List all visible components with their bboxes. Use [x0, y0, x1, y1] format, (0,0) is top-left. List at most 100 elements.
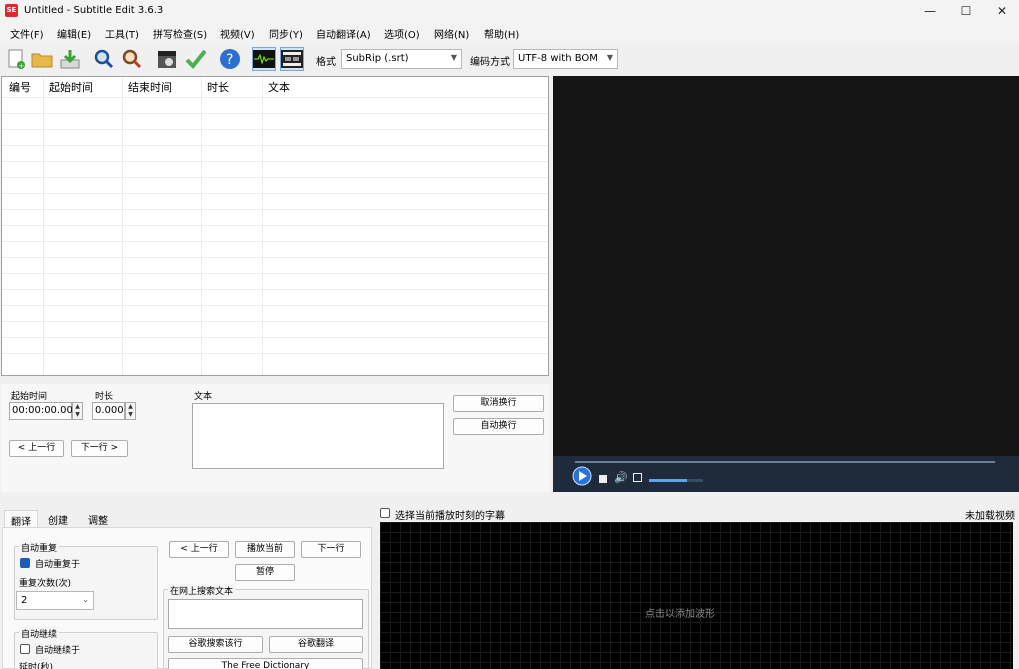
row-divider [2, 177, 548, 178]
video-seek-bar[interactable] [575, 461, 995, 463]
menu-sync[interactable]: 同步(Y) [269, 26, 303, 41]
volume-icon[interactable]: 🔊 [614, 471, 628, 484]
format-label: 格式 [316, 57, 336, 68]
encoding-label: 编码方式 [470, 57, 510, 68]
menu-file[interactable]: 文件(F) [10, 26, 44, 41]
select-current-label: 选择当前播放时刻的字幕 [395, 511, 505, 522]
row-divider [2, 305, 548, 306]
video-player[interactable] [553, 76, 1019, 456]
next-line-translate-button[interactable]: 下一行 [301, 541, 361, 558]
auto-repeat-group-label: 自动重复 [19, 541, 60, 554]
menu-tools[interactable]: 工具(T) [105, 26, 139, 41]
close-button[interactable]: ✕ [984, 0, 1019, 22]
row-divider [2, 321, 548, 322]
video-clapper-icon[interactable] [155, 47, 179, 71]
video-controls: 🔊 [553, 456, 1019, 492]
row-divider [2, 241, 548, 242]
encoding-select[interactable]: UTF-8 with BOM ▼ [513, 49, 618, 69]
maximize-button[interactable]: ☐ [948, 0, 984, 22]
menu-options[interactable]: 选项(O) [384, 26, 420, 41]
row-divider [2, 145, 548, 146]
repeat-count-select[interactable]: 2 ⌄ [16, 591, 94, 610]
open-folder-icon[interactable] [30, 47, 54, 71]
column-header-number[interactable]: 编号 [4, 77, 36, 97]
menu-edit[interactable]: 编辑(E) [57, 26, 91, 41]
row-divider [2, 337, 548, 338]
new-file-icon[interactable]: + [4, 47, 28, 71]
format-select[interactable]: SubRip (.srt) ▼ [341, 49, 462, 69]
download-icon[interactable] [58, 47, 82, 71]
google-search-button[interactable]: 谷歌搜索该行 [168, 636, 263, 653]
row-divider [2, 97, 548, 98]
volume-slider[interactable] [649, 479, 703, 482]
film-strip-icon[interactable] [280, 47, 304, 71]
duration-input[interactable]: 0.000 [92, 402, 125, 420]
format-value: SubRip (.srt) [346, 53, 409, 64]
auto-repeat-check-label: 自动重复于 [35, 560, 81, 570]
menu-auto-translate[interactable]: 自动翻译(A) [316, 26, 371, 41]
chevron-down-icon: ⌄ [82, 595, 89, 604]
row-divider [2, 161, 548, 162]
column-divider [122, 77, 123, 375]
subtitle-grid[interactable]: 编号 起始时间 结束时间 时长 文本 [1, 76, 549, 376]
check-icon[interactable] [184, 47, 208, 71]
menu-spellcheck[interactable]: 拼写检查(S) [153, 26, 207, 41]
row-divider [2, 273, 548, 274]
app-logo-icon: SE [5, 4, 18, 17]
row-divider [2, 209, 548, 210]
auto-continue-group-label: 自动继续 [19, 627, 60, 640]
repeat-count-value: 2 [21, 595, 28, 606]
row-divider [2, 129, 548, 130]
row-divider [2, 289, 548, 290]
menu-help[interactable]: 帮助(H) [484, 26, 519, 41]
minimize-button[interactable]: — [912, 0, 948, 22]
replace-icon[interactable] [120, 47, 144, 71]
repeat-count-label: 重复次数(次) [19, 579, 72, 589]
column-header-end[interactable]: 结束时间 [123, 77, 177, 97]
start-time-input[interactable]: 00:00:00.000 [9, 402, 79, 420]
google-translate-button[interactable]: 谷歌翻译 [269, 636, 363, 653]
menu-network[interactable]: 网络(N) [434, 26, 469, 41]
window-title: Untitled - Subtitle Edit 3.6.3 [24, 5, 164, 16]
auto-continue-check-label: 自动继续于 [35, 646, 81, 656]
web-search-input[interactable] [168, 599, 363, 629]
help-icon[interactable]: ? [218, 47, 242, 71]
auto-repeat-checkbox[interactable] [20, 558, 30, 568]
column-divider [201, 77, 202, 375]
auto-continue-checkbox[interactable] [20, 644, 30, 654]
next-line-button[interactable]: 下一行 > [71, 440, 128, 457]
delay-label: 延时(秒) [19, 663, 54, 669]
start-time-label: 起始时间 [11, 392, 48, 402]
row-divider [2, 353, 548, 354]
unbreak-button[interactable]: 取消换行 [453, 395, 544, 412]
column-header-start[interactable]: 起始时间 [44, 77, 98, 97]
encoding-value: UTF-8 with BOM [518, 53, 598, 64]
waveform-icon[interactable] [252, 47, 276, 71]
waveform-panel[interactable]: 点击以添加波形 [380, 522, 1013, 669]
prev-line-button[interactable]: < 上一行 [9, 440, 64, 457]
duration-spinner[interactable]: ▲ ▼ [125, 402, 136, 420]
duration-label: 时长 [95, 392, 114, 402]
fullscreen-icon[interactable] [633, 473, 642, 482]
play-icon[interactable] [572, 466, 592, 486]
select-current-checkbox[interactable] [380, 508, 390, 518]
pause-button[interactable]: 暂停 [235, 564, 295, 581]
column-header-text[interactable]: 文本 [263, 77, 295, 97]
waveform-hint: 点击以添加波形 [645, 609, 715, 620]
menu-video[interactable]: 视频(V) [220, 26, 255, 41]
prev-line-translate-button[interactable]: < 上一行 [169, 541, 229, 558]
text-label: 文本 [194, 392, 213, 402]
stop-icon[interactable] [599, 475, 607, 483]
tab-translate[interactable]: 翻译 [4, 510, 38, 528]
svg-text:+: + [19, 62, 25, 70]
play-current-button[interactable]: 播放当前 [235, 541, 295, 558]
web-search-label: 在网上搜索文本 [168, 584, 236, 597]
subtitle-text-area[interactable] [192, 403, 444, 469]
find-icon[interactable] [92, 47, 116, 71]
auto-break-button[interactable]: 自动换行 [453, 418, 544, 435]
column-header-duration[interactable]: 时长 [202, 77, 234, 97]
tab-create[interactable]: 创建 [42, 510, 74, 528]
start-time-spinner[interactable]: ▲ ▼ [72, 402, 83, 420]
free-dictionary-button[interactable]: The Free Dictionary [168, 658, 363, 669]
tab-adjust[interactable]: 调整 [82, 510, 114, 528]
